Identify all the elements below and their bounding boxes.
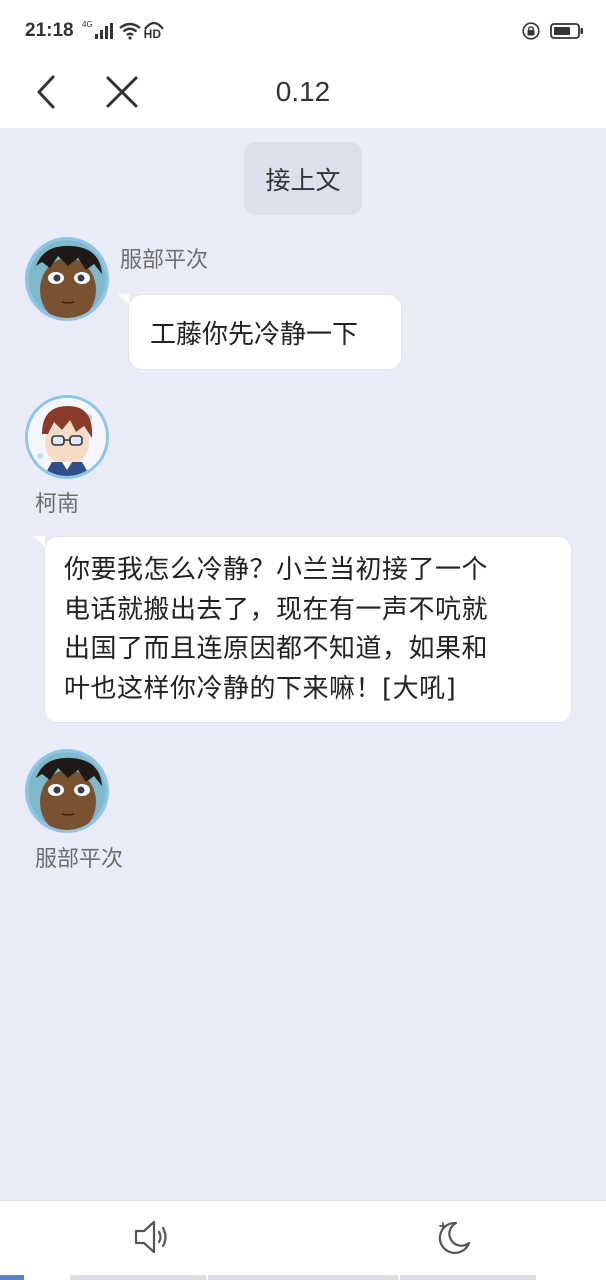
speaker-name: 柯南 <box>35 492 80 517</box>
heiji-avatar <box>28 752 106 830</box>
message-line: 叶也这样你冷静的下来嘛！[大吼] <box>64 673 457 704</box>
progress-segment <box>0 1275 24 1280</box>
message-line: 电话就搬出去了，现在有一声不吭就 <box>64 594 489 625</box>
speaker-name: 服部平次 <box>120 248 209 273</box>
message-bubble[interactable]: 工藤你先冷静一下 <box>118 294 402 370</box>
speaker-icon <box>134 1220 167 1254</box>
progress-segment <box>400 1275 536 1280</box>
message-bubble[interactable]: 你要我怎么冷静？小兰当初接了一个 电话就搬出去了，现在有一声不吭就 出国了而且连… <box>34 536 572 723</box>
close-button[interactable] <box>100 68 144 116</box>
speaker-name: 服部平次 <box>35 847 124 872</box>
progress-segment <box>70 1275 206 1280</box>
avatar[interactable] <box>25 237 109 321</box>
battery-icon <box>550 23 583 39</box>
bottom-toolbar <box>0 1200 606 1280</box>
status-bar: 21:18 4G HD <box>0 0 606 62</box>
app-header: 0.12 <box>0 62 606 128</box>
lock-rotation-icon <box>522 22 540 40</box>
network-type-label: 4G <box>82 19 93 29</box>
hd-icon: HD <box>143 20 165 42</box>
progress-segment <box>208 1275 398 1280</box>
heiji-avatar <box>28 240 106 318</box>
page-title: 0.12 <box>275 76 331 107</box>
message-line: 出国了而且连原因都不知道，如果和 <box>64 634 489 664</box>
night-mode-button[interactable] <box>426 1213 482 1261</box>
message-line: 你要我怎么冷静？小兰当初接了一个 <box>64 555 489 585</box>
network-indicators: 4G HD <box>82 19 165 43</box>
context-pill: 接上文 <box>244 142 362 215</box>
status-right-icons <box>522 19 584 43</box>
avatar[interactable] <box>25 749 109 833</box>
reading-progress <box>0 1274 606 1280</box>
status-time: 21:18 <box>25 20 74 41</box>
message-text: 工藤你先冷静一下 <box>150 319 359 350</box>
signal-icon <box>94 23 113 39</box>
close-icon <box>106 76 138 108</box>
avatar[interactable] <box>25 395 109 479</box>
sound-button[interactable] <box>124 1213 180 1261</box>
night-mode-icon <box>438 1221 471 1255</box>
chat-area[interactable]: 接上文 服部平次 工藤你先冷静一下 柯南 你要我怎么冷静？小兰当初接了一个 电话… <box>0 128 606 1200</box>
conan-avatar <box>28 398 106 476</box>
wifi-icon <box>118 22 141 40</box>
